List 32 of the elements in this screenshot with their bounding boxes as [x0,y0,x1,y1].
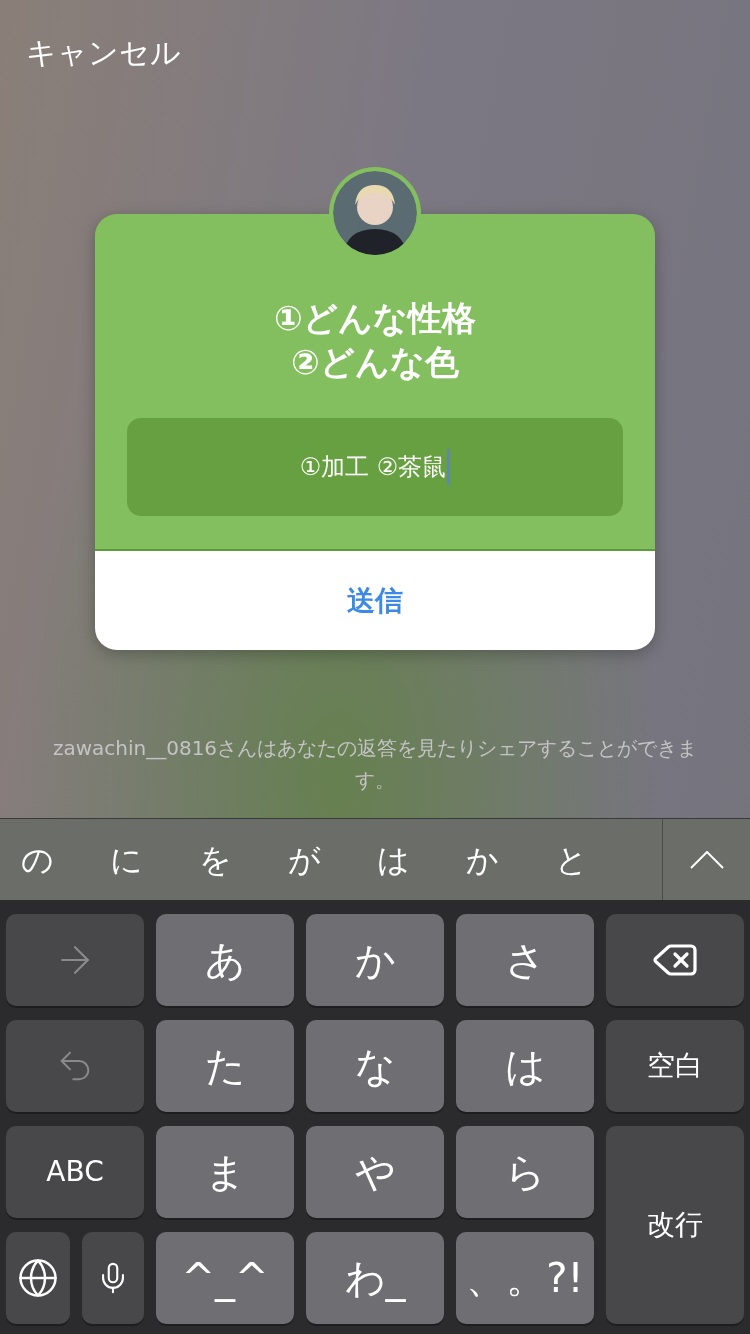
suggestion[interactable]: の [20,835,54,884]
globe-key[interactable] [6,1232,70,1324]
delete-key[interactable] [606,914,744,1006]
microphone-key[interactable] [82,1232,144,1324]
key[interactable]: か [306,914,444,1006]
globe-icon [17,1257,59,1299]
key[interactable]: ら [456,1126,594,1218]
suggestion[interactable]: を [198,835,232,884]
send-button[interactable]: 送信 [95,551,655,650]
key[interactable]: ま [156,1126,294,1218]
answer-field[interactable]: ①加工 ②茶鼠 [127,418,623,516]
key[interactable]: あ [156,914,294,1006]
suggestion[interactable]: は [376,835,410,884]
key[interactable]: わ_ [306,1232,444,1324]
key[interactable]: た [156,1020,294,1112]
key[interactable]: 、。?! [456,1232,594,1324]
key[interactable]: は [456,1020,594,1112]
key[interactable]: 空白 [606,1020,744,1112]
question-text: ①どんな性格 ②どんな色 [274,297,476,384]
return-key[interactable]: 改行 [606,1126,744,1324]
key[interactable]: な [306,1020,444,1112]
suggestion[interactable]: と [554,835,588,884]
chevron-up-icon [689,850,724,869]
key[interactable]: ^_^ [156,1232,294,1324]
cancel-button[interactable]: キャンセル [26,35,181,70]
suggestion[interactable]: が [287,835,321,884]
suggestion[interactable]: に [109,835,143,884]
key[interactable]: ABC [6,1126,144,1218]
key[interactable]: や [306,1126,444,1218]
suggestion[interactable]: か [465,835,499,884]
key[interactable]: さ [456,914,594,1006]
notice-text: zawachin__0816さんはあなたの返答を見たりシェアすることができます。 [51,735,699,794]
